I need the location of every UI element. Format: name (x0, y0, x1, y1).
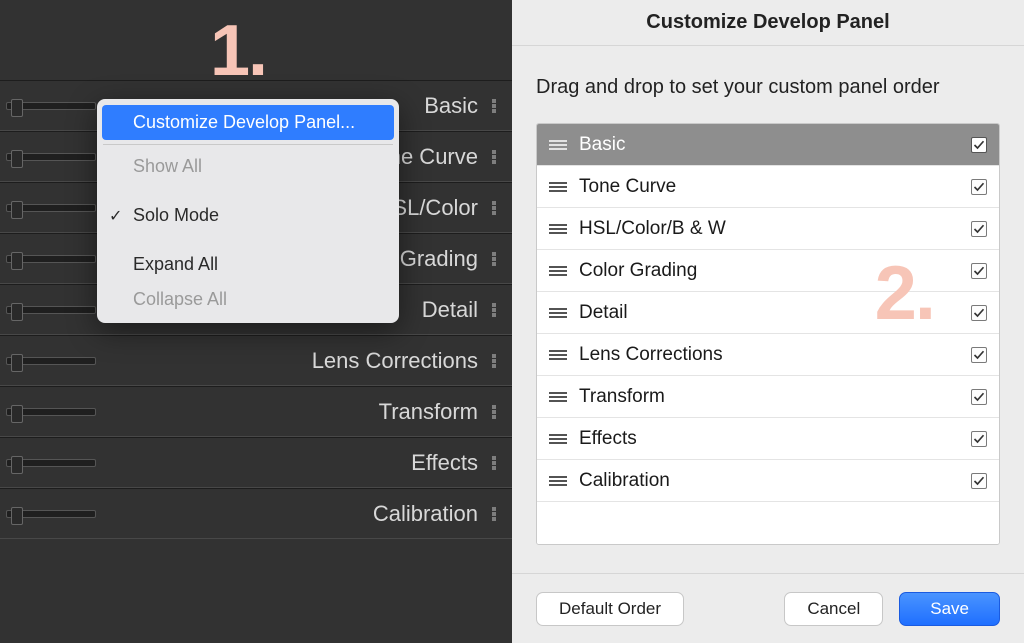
checkmark-icon: ✓ (109, 206, 122, 226)
reorder-row-label: HSL/Color/B & W (579, 218, 971, 240)
panel-label: Calibration (373, 501, 478, 527)
menu-item-customize-develop-panel[interactable]: Customize Develop Panel... (102, 105, 394, 140)
triangle-collapsed-icon[interactable] (492, 405, 496, 419)
visibility-checkbox[interactable] (971, 305, 987, 321)
triangle-collapsed-icon[interactable] (492, 201, 496, 215)
panel-reorder-list: Basic Tone Curve HSL/Color/B & W Color Grad… (536, 123, 1000, 545)
panel-label: Detail (422, 297, 478, 323)
slider-stub (6, 357, 96, 365)
menu-item-label: Expand All (133, 254, 218, 275)
triangle-collapsed-icon[interactable] (492, 507, 496, 521)
button-label: Save (930, 599, 969, 619)
default-order-button[interactable]: Default Order (536, 592, 684, 626)
visibility-checkbox[interactable] (971, 137, 987, 153)
context-menu: Customize Develop Panel... Show All ✓ So… (97, 99, 399, 323)
drag-handle-icon[interactable] (549, 182, 567, 192)
dialog-footer: Default Order Cancel Save (512, 573, 1024, 643)
visibility-checkbox[interactable] (971, 221, 987, 237)
reorder-blank-row (537, 502, 999, 544)
visibility-checkbox[interactable] (971, 263, 987, 279)
triangle-collapsed-icon[interactable] (492, 303, 496, 317)
panel-row-lens-corrections[interactable]: Lens Corrections (0, 335, 512, 386)
visibility-checkbox[interactable] (971, 473, 987, 489)
reorder-row[interactable]: Basic (537, 124, 999, 166)
drag-handle-icon[interactable] (549, 392, 567, 402)
menu-item-label: Customize Develop Panel... (133, 112, 355, 133)
customize-develop-dialog: Customize Develop Panel Drag and drop to… (512, 0, 1024, 643)
reorder-row-label: Basic (579, 134, 971, 156)
triangle-collapsed-icon[interactable] (492, 456, 496, 470)
slider-stub (6, 102, 96, 110)
visibility-checkbox[interactable] (971, 179, 987, 195)
panel-row-calibration[interactable]: Calibration (0, 488, 512, 539)
slider-stub (6, 510, 96, 518)
drag-handle-icon[interactable] (549, 350, 567, 360)
save-button[interactable]: Save (899, 592, 1000, 626)
visibility-checkbox[interactable] (971, 389, 987, 405)
reorder-row-label: Effects (579, 428, 971, 450)
visibility-checkbox[interactable] (971, 431, 987, 447)
panel-label: Basic (424, 93, 478, 119)
slider-stub (6, 306, 96, 314)
slider-stub (6, 255, 96, 263)
menu-item-collapse-all: Collapse All (97, 282, 399, 317)
reorder-row[interactable]: Effects (537, 418, 999, 460)
reorder-row[interactable]: Color Grading (537, 250, 999, 292)
reorder-row[interactable]: Transform (537, 376, 999, 418)
reorder-row[interactable]: HSL/Color/B & W (537, 208, 999, 250)
dialog-body: Drag and drop to set your custom panel o… (512, 46, 1024, 573)
menu-item-label: Collapse All (133, 289, 227, 310)
dialog-title: Customize Develop Panel (646, 11, 889, 34)
cancel-button[interactable]: Cancel (784, 592, 883, 626)
slider-stub (6, 408, 96, 416)
reorder-row[interactable]: Tone Curve (537, 166, 999, 208)
slider-stub (6, 204, 96, 212)
triangle-collapsed-icon[interactable] (492, 252, 496, 266)
panel-label: Transform (379, 399, 478, 425)
triangle-collapsed-icon[interactable] (492, 150, 496, 164)
drag-handle-icon[interactable] (549, 434, 567, 444)
drag-handle-icon[interactable] (549, 140, 567, 150)
drag-handle-icon[interactable] (549, 476, 567, 486)
drag-handle-icon[interactable] (549, 224, 567, 234)
button-label: Default Order (559, 599, 661, 619)
reorder-row-label: Tone Curve (579, 176, 971, 198)
reorder-row[interactable]: Detail (537, 292, 999, 334)
slider-stub (6, 459, 96, 467)
reorder-row-label: Calibration (579, 470, 971, 492)
button-label: Cancel (807, 599, 860, 619)
triangle-collapsed-icon[interactable] (492, 99, 496, 113)
panel-label: Lens Corrections (312, 348, 478, 374)
reorder-row[interactable]: Lens Corrections (537, 334, 999, 376)
menu-separator (103, 144, 393, 145)
drag-handle-icon[interactable] (549, 266, 567, 276)
triangle-collapsed-icon[interactable] (492, 354, 496, 368)
reorder-row[interactable]: Calibration (537, 460, 999, 502)
menu-item-label: Solo Mode (133, 205, 219, 226)
slider-stub (6, 153, 96, 161)
reorder-row-label: Color Grading (579, 260, 971, 282)
dialog-titlebar: Customize Develop Panel (512, 0, 1024, 46)
menu-item-solo-mode[interactable]: ✓ Solo Mode (97, 198, 399, 233)
lightroom-develop-panel: 1. Basic Tone Curve HSL/Color Color Grad… (0, 0, 512, 643)
menu-item-label: Show All (133, 156, 202, 177)
visibility-checkbox[interactable] (971, 347, 987, 363)
panel-row-transform[interactable]: Transform (0, 386, 512, 437)
reorder-row-label: Lens Corrections (579, 344, 971, 366)
menu-item-expand-all[interactable]: Expand All (97, 247, 399, 282)
dialog-instruction: Drag and drop to set your custom panel o… (536, 76, 1000, 99)
panel-label: Effects (411, 450, 478, 476)
menu-item-show-all: Show All (97, 149, 399, 184)
reorder-row-label: Transform (579, 386, 971, 408)
drag-handle-icon[interactable] (549, 308, 567, 318)
panel-row-effects[interactable]: Effects (0, 437, 512, 488)
reorder-row-label: Detail (579, 302, 971, 324)
